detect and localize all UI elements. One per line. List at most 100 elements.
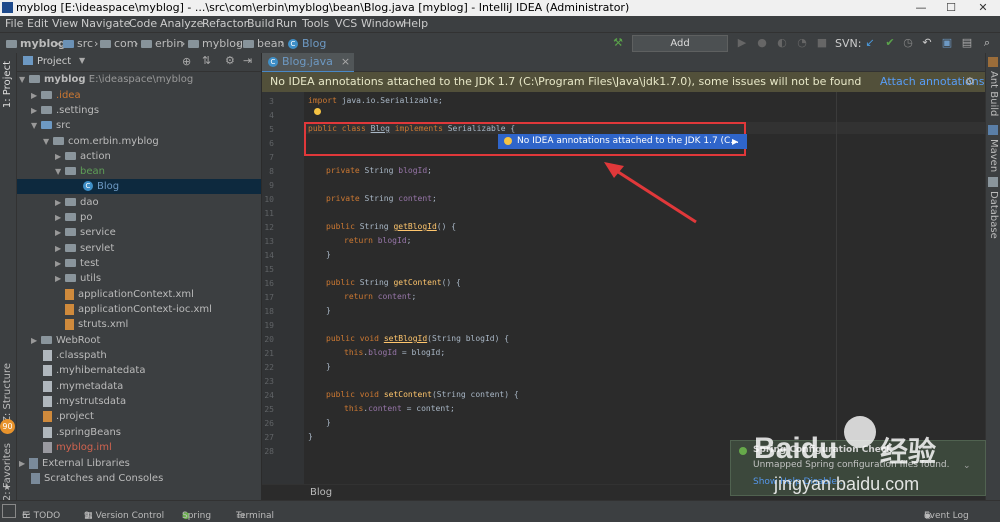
tool-windows-icon[interactable] [2, 504, 16, 518]
tree-item-project-file[interactable]: .project [43, 409, 94, 424]
tree-item-mymetadata[interactable]: .mymetadata [43, 379, 123, 394]
nav-crumb-src[interactable]: src [63, 37, 93, 50]
menu-file[interactable]: File [5, 17, 23, 30]
debug-icon[interactable]: ● [756, 37, 768, 49]
menu-view[interactable]: View [52, 17, 78, 30]
tree-item-settings[interactable]: ▶ .settings [31, 103, 99, 118]
tree-item-test[interactable]: ▶ test [55, 256, 99, 271]
code-line: this.blogId = blogId; [344, 348, 446, 357]
tree-item-package[interactable]: ▼ com.erbin.myblog [43, 134, 159, 149]
tree-item-blog-selected[interactable]: C Blog [17, 179, 261, 194]
menu-vcs[interactable]: VCS [335, 17, 357, 30]
nav-crumb-com[interactable]: com [100, 37, 138, 50]
tree-item-bean[interactable]: ▼ bean [55, 164, 105, 179]
profile-icon[interactable]: ◔ [796, 37, 808, 49]
tree-item-action[interactable]: ▶ action [55, 149, 111, 164]
folder-icon [141, 40, 152, 48]
ant-build-tool-tab[interactable]: Ant Build [988, 71, 999, 116]
tree-item-mystrutsdata[interactable]: .mystrutsdata [43, 394, 126, 409]
code-line: private String content; [326, 194, 437, 203]
status-bar: ☰ 6: TODO ▦ 9: Version Control ● Spring … [0, 500, 1000, 522]
nav-crumb-bean[interactable]: bean [243, 37, 284, 50]
tree-item-servlet[interactable]: ▶ servlet [55, 241, 114, 256]
search-icon[interactable]: ⌕ [981, 37, 993, 49]
hide-panel-icon[interactable]: ⇥ [243, 54, 252, 67]
package-icon [65, 152, 76, 160]
build-hammer-icon[interactable]: ⚒ [612, 37, 624, 49]
menu-analyze[interactable]: Analyze [160, 17, 203, 30]
project-tool-tab[interactable]: 1: Project [2, 61, 13, 108]
scratches-icon [31, 472, 40, 484]
chevron-right-icon[interactable]: ▶ [732, 134, 738, 149]
tree-item-external-libraries[interactable]: ▶ External Libraries [19, 456, 130, 471]
collapse-all-icon[interactable]: ⇅ [202, 54, 211, 67]
intention-popup[interactable]: No IDEA annotations attached to the JDK … [498, 134, 747, 149]
locate-icon[interactable]: ⊕ [182, 55, 191, 68]
svn-commit-icon[interactable]: ✔ [884, 37, 896, 49]
project-structure-icon[interactable]: ▣ [941, 37, 953, 49]
tree-item-applicationcontext[interactable]: applicationContext.xml [55, 287, 194, 302]
nav-crumb-erbin[interactable]: erbin [141, 37, 183, 50]
menu-help[interactable]: Help [403, 17, 428, 30]
add-configuration-button[interactable]: Add Configuration... [632, 35, 728, 64]
tree-item-myblog-iml[interactable]: myblog.iml [43, 440, 112, 455]
menu-edit[interactable]: Edit [27, 17, 48, 30]
stop-icon[interactable]: ■ [816, 37, 828, 49]
module-folder-icon [29, 75, 40, 83]
notification-badge-icon: 90 [0, 419, 15, 434]
menu-window[interactable]: Window [361, 17, 404, 30]
code-line: } [326, 362, 331, 371]
tree-item-scratches[interactable]: Scratches and Consoles [31, 471, 163, 486]
tree-item-utils[interactable]: ▶ utils [55, 271, 101, 286]
close-button[interactable]: ✕ [966, 0, 1000, 16]
gear-icon[interactable]: ⚙ [965, 72, 975, 92]
nav-separator: › [94, 37, 99, 50]
source-folder-icon [41, 121, 52, 129]
menu-navigate[interactable]: Navigate [81, 17, 130, 30]
maximize-button[interactable]: ☐ [936, 0, 966, 16]
minimize-button[interactable]: — [906, 0, 936, 16]
nav-crumb-blog[interactable]: C Blog [288, 37, 326, 50]
tree-item-myhibernatedata[interactable]: .myhibernatedata [43, 363, 145, 378]
revert-icon[interactable]: ↶ [921, 37, 933, 49]
history-icon[interactable]: ◷ [902, 37, 914, 49]
tree-item-webroot[interactable]: ▶ WebRoot [31, 333, 100, 348]
close-tab-icon[interactable]: × [341, 55, 350, 68]
tree-item-service[interactable]: ▶ service [55, 225, 116, 240]
tree-item-classpath[interactable]: .classpath [43, 348, 107, 363]
line-number: 22 [264, 363, 274, 372]
tree-item-applicationcontext-ioc[interactable]: applicationContext-ioc.xml [55, 302, 212, 317]
nav-crumb-myblog[interactable]: myblog [188, 37, 243, 50]
tree-item-po[interactable]: ▶ po [55, 210, 92, 225]
breadcrumb-class[interactable]: Blog [310, 485, 332, 501]
coverage-icon[interactable]: ◐ [776, 37, 788, 49]
tree-item-src[interactable]: ▼ src [31, 118, 71, 133]
tree-item-idea[interactable]: ▶ .idea [31, 88, 81, 103]
tree-item-myblog-root[interactable]: ▼ myblog E:\ideaspace\myblog [19, 72, 193, 87]
database-icon [988, 177, 998, 187]
run-icon[interactable]: ▶ [736, 37, 748, 49]
structure-tool-tab[interactable]: Z: Structure [2, 363, 13, 423]
settings-icon[interactable]: ▤ [961, 37, 973, 49]
menu-run[interactable]: Run [276, 17, 297, 30]
line-number: 9 [269, 181, 274, 190]
maven-tool-tab[interactable]: Maven [988, 139, 999, 172]
tab-blog-java[interactable]: C Blog.java × [262, 53, 354, 73]
svn-update-icon[interactable]: ↙ [864, 37, 876, 49]
chevron-down-icon[interactable]: ▼ [79, 56, 85, 65]
intention-text[interactable]: No IDEA annotations attached to the JDK … [517, 134, 739, 149]
folder-icon [41, 91, 52, 99]
menu-code[interactable]: Code [129, 17, 157, 30]
editor-gutter: 3 4 5 6 7 8 9 10 11 12 13 14 15 16 17 18… [262, 92, 304, 484]
gear-icon[interactable]: ⚙ [225, 54, 235, 67]
lightbulb-icon[interactable] [314, 108, 321, 115]
menu-refactor[interactable]: Refactor [202, 17, 248, 30]
menu-tools[interactable]: Tools [302, 17, 329, 30]
tree-item-dao[interactable]: ▶ dao [55, 195, 99, 210]
tree-item-struts[interactable]: struts.xml [55, 317, 128, 332]
tree-item-springbeans[interactable]: .springBeans [43, 425, 121, 440]
watermark-brand: Baidu [754, 432, 838, 465]
menu-build[interactable]: Build [247, 17, 275, 30]
project-view-selector[interactable]: Project [37, 56, 71, 67]
database-tool-tab[interactable]: Database [988, 191, 999, 239]
